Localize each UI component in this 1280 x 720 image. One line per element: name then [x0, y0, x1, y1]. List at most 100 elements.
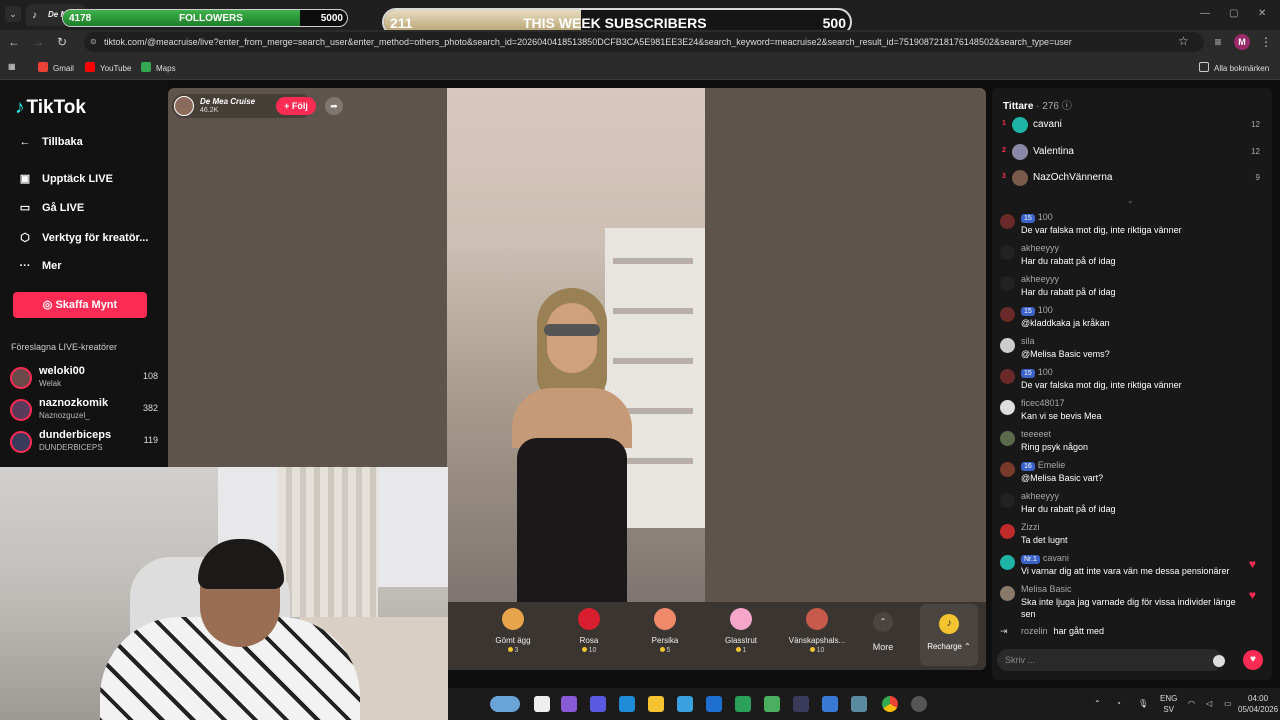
suggested-creator[interactable]: naznozkomik Naznozguzel_ 382 [10, 397, 160, 423]
shield-icon[interactable] [735, 696, 751, 712]
tab-search-button[interactable]: ⌄ [5, 6, 21, 22]
chat-username[interactable]: teeeeet [1021, 429, 1051, 439]
nav-more[interactable]: ··· Mer [16, 260, 62, 272]
tray-chevron-icon[interactable]: ⌃ [1094, 698, 1101, 709]
gift-item[interactable]: Vänskapshals... 10 [784, 608, 850, 654]
chat-avatar[interactable] [1000, 555, 1015, 570]
live-video[interactable] [447, 88, 705, 608]
gift-item[interactable]: Glasstrut 1 [708, 608, 774, 654]
app-icon[interactable] [793, 696, 809, 712]
get-coins-button[interactable]: ◎ Skaffa Mynt [13, 292, 147, 318]
top-viewer[interactable]: 2 Valentina 12 [1002, 142, 1262, 162]
obs-icon[interactable] [911, 696, 927, 712]
bookmark-maps[interactable]: Maps [141, 62, 176, 73]
chat-input[interactable]: Skriv ... [997, 649, 1223, 671]
chat-username[interactable]: Zizzi [1021, 522, 1040, 532]
share-icon[interactable]: ➦ [325, 97, 343, 115]
gift-item[interactable]: Rosa 10 [556, 608, 622, 654]
widgets-icon[interactable] [490, 696, 520, 712]
back-arrow-icon[interactable]: ← [6, 34, 22, 50]
all-bookmarks-folder[interactable]: Alla bokmärken [1199, 62, 1269, 73]
search-icon[interactable] [534, 696, 550, 712]
chat-avatar[interactable] [1000, 431, 1015, 446]
nav-go-live[interactable]: ▭ Gå LIVE [16, 201, 84, 214]
follow-button[interactable]: + Följ [276, 97, 316, 115]
emoji-icon[interactable] [1213, 655, 1225, 667]
back-button[interactable]: ← Tillbaka [16, 136, 83, 148]
more-gifts-button[interactable]: ⌃ More [868, 612, 898, 652]
close-icon[interactable]: ✕ [1258, 8, 1266, 19]
menu-dots-icon[interactable]: ⋮ [1258, 34, 1274, 50]
tray-app-icon[interactable]: ◔ [1116, 698, 1121, 709]
chat-avatar[interactable] [1000, 586, 1015, 601]
nav-creator-tools[interactable]: ⬡ Verktyg för kreatör... [16, 231, 148, 244]
reload-icon[interactable]: ↻ [54, 34, 70, 50]
chat-avatar[interactable] [1000, 524, 1015, 539]
chat-avatar[interactable] [1000, 307, 1015, 322]
volume-icon[interactable]: ◁ [1206, 698, 1212, 709]
top-viewer[interactable]: 3 NazOchVännerna 9 [1002, 168, 1262, 188]
app-icon[interactable] [851, 696, 867, 712]
info-icon[interactable]: ⓘ [1062, 101, 1072, 112]
battery-icon[interactable]: ▭ [1224, 698, 1232, 709]
app-icon[interactable] [764, 696, 780, 712]
chat-avatar[interactable] [1000, 369, 1015, 384]
chat-avatar[interactable] [1000, 462, 1015, 477]
gift-heart-icon[interactable]: ♥ [1243, 650, 1263, 670]
chat-avatar[interactable] [1000, 493, 1015, 508]
chat-avatar[interactable] [1000, 214, 1015, 229]
recharge-button[interactable]: ♪ Recharge ⌃ [920, 604, 978, 666]
tab-search-icon[interactable]: ≡ [1210, 34, 1226, 50]
gift-item[interactable]: Persika 5 [632, 608, 698, 654]
chat-username[interactable]: akheeyyy [1021, 243, 1059, 253]
chat-username[interactable]: akheeyyy [1021, 274, 1059, 284]
chat-username[interactable]: 15 100 [1021, 305, 1053, 316]
chat-username[interactable]: ficec48017 [1021, 398, 1065, 408]
apps-grid-icon[interactable]: ▦ [8, 62, 16, 71]
chat-username[interactable]: 16 Emelie [1021, 460, 1065, 471]
file-explorer-icon[interactable] [648, 696, 664, 712]
teams-icon[interactable] [590, 696, 606, 712]
host-avatar[interactable] [174, 96, 194, 116]
profile-avatar[interactable]: M [1234, 34, 1250, 50]
chat-username[interactable]: 15 100 [1021, 367, 1053, 378]
bookmark-gmail[interactable]: Gmail [38, 62, 74, 73]
chrome-icon[interactable] [882, 696, 898, 712]
chat-username[interactable]: Melisa Basic [1021, 584, 1072, 594]
wifi-icon[interactable]: ◠ [1188, 698, 1195, 709]
edge-icon[interactable] [619, 696, 635, 712]
chat-avatar[interactable] [1000, 245, 1015, 260]
bookmark-youtube[interactable]: YouTube [85, 62, 131, 73]
heart-icon[interactable]: ♥ [1249, 588, 1256, 602]
chat-username[interactable]: 15 100 [1021, 212, 1053, 223]
address-bar[interactable]: ⊜ tiktok.com/@meacruise/live?enter_from_… [84, 32, 1204, 52]
host-name[interactable]: De Mea Cruise [200, 97, 255, 106]
chat-avatar[interactable] [1000, 400, 1015, 415]
gift-name: Persika [651, 636, 679, 645]
language-indicator[interactable]: ENG SV [1160, 693, 1177, 715]
forward-arrow-icon[interactable]: → [30, 34, 46, 50]
nav-discover-live[interactable]: ▣ Upptäck LIVE [16, 172, 113, 185]
tiktok-logo[interactable]: ♪ TikTok [15, 97, 86, 119]
clock[interactable]: 04:00 05/04/2026 [1238, 693, 1278, 715]
top-viewer[interactable]: 1 cavani 12 [1002, 115, 1262, 135]
bookmark-star-icon[interactable]: ☆ [1178, 34, 1189, 48]
copilot-icon[interactable] [561, 696, 577, 712]
microphone-icon[interactable]: 🎙 [1138, 698, 1148, 709]
app-icon[interactable] [822, 696, 838, 712]
outlook-icon[interactable] [706, 696, 722, 712]
suggested-creator[interactable]: weloki00 Welak 108 [10, 365, 160, 391]
chat-username[interactable]: akheeyyy [1021, 491, 1059, 501]
minimize-icon[interactable]: — [1200, 8, 1210, 19]
gift-item[interactable]: Gömt ägg 3 [480, 608, 546, 654]
chat-username[interactable]: Nr.1 cavani [1021, 553, 1069, 564]
chevron-down-icon[interactable]: ⌄ [1127, 196, 1134, 205]
chat-username[interactable]: sila [1021, 336, 1035, 346]
maximize-icon[interactable]: ▢ [1229, 8, 1238, 19]
store-icon[interactable] [677, 696, 693, 712]
site-info-icon[interactable]: ⊜ [90, 32, 97, 52]
heart-icon[interactable]: ♥ [1249, 557, 1256, 571]
suggested-creator[interactable]: dunderbiceps DUNDERBICEPS 119 [10, 429, 160, 455]
chat-avatar[interactable] [1000, 338, 1015, 353]
chat-avatar[interactable] [1000, 276, 1015, 291]
